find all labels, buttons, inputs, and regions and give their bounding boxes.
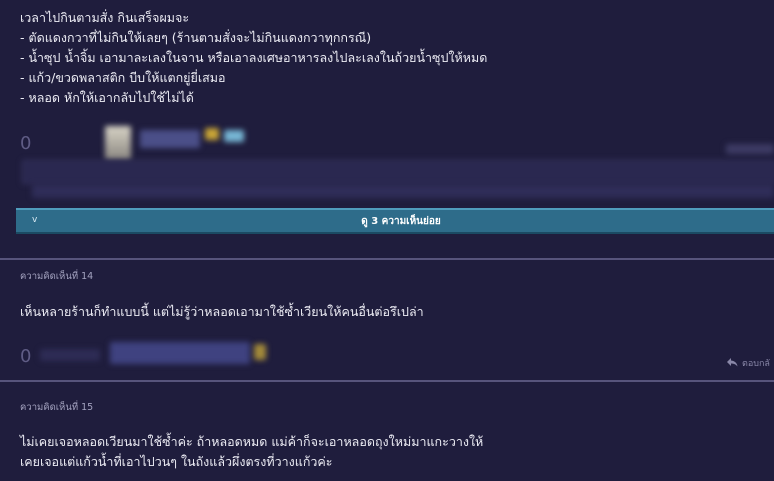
comment-vote-count[interactable]: 0 <box>20 346 31 367</box>
post-line: - หลอด หักให้เอากลับไปใช้ไม่ได้ <box>20 90 194 105</box>
member-badge <box>254 344 266 360</box>
comment-body: เห็นหลายร้านก็ทำแบบนี้ แต่ไม่รู้ว่าหลอดเ… <box>20 304 424 319</box>
comment-divider <box>0 258 774 260</box>
post-line: - น้ำซุป น้ำจิ้ม เอามาละเลงในจาน หรือเอา… <box>20 50 488 65</box>
view-subcomments-button[interactable]: v ดู 3 ความเห็นย่อย <box>16 208 774 234</box>
reply-label: ตอบกลั <box>742 359 770 369</box>
member-badge <box>224 130 244 142</box>
chevron-down-icon: v <box>32 215 38 225</box>
comment-line: เคยเจอแต่แก้วน้ำที่เอาไปวนๆ ในถังแล้วผึ่… <box>20 454 333 469</box>
reply-input[interactable] <box>22 160 774 184</box>
author-avatar[interactable] <box>105 126 131 160</box>
author-name[interactable] <box>110 342 250 364</box>
post-body: เวลาไปกินตามสั่ง กินเสร็จผมจะ - ตัดแดงกว… <box>20 8 487 108</box>
view-subcomments-label: ดู 3 ความเห็นย่อย <box>361 215 441 227</box>
comment-body: ไม่เคยเจอหลอดเวียนมาใช้ซ้ำค่ะ ถ้าหลอดหมด… <box>20 432 483 472</box>
member-badge <box>205 128 219 140</box>
comment-number-label: ความคิดเห็นที่ 15 <box>20 402 94 413</box>
author-info[interactable] <box>40 349 100 361</box>
post-line: - ตัดแดงกวาที่ไม่กินให้เลยๆ (ร้านตามสั่ง… <box>20 30 372 45</box>
comment-divider <box>0 380 774 382</box>
post-line: - แก้ว/ขวดพลาสติก บีบให้แตกยู่ยี่เสมอ <box>20 70 226 85</box>
comment-line: ไม่เคยเจอหลอดเวียนมาใช้ซ้ำค่ะ ถ้าหลอดหมด… <box>20 434 484 449</box>
comment-number-label: ความคิดเห็นที่ 14 <box>20 271 94 282</box>
reply-link[interactable] <box>726 144 774 154</box>
reply-link[interactable]: ตอบกลั <box>726 356 770 370</box>
post-line: เวลาไปกินตามสั่ง กินเสร็จผมจะ <box>20 10 190 25</box>
post-vote-count[interactable]: 0 <box>20 133 31 154</box>
reply-arrow-icon <box>726 357 738 370</box>
author-name[interactable] <box>140 130 200 148</box>
blurred-content-strip <box>32 184 774 198</box>
